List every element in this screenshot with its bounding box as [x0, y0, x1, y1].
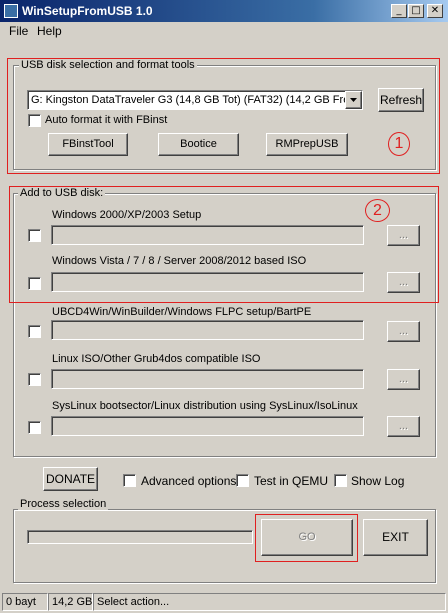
donate-button[interactable]: DONATE [43, 467, 98, 491]
source-path-input[interactable] [51, 369, 364, 389]
browse-button[interactable]: ... [387, 225, 420, 246]
status-action: Select action... [93, 593, 446, 611]
source-path-input[interactable] [51, 320, 364, 340]
source-label: Windows Vista / 7 / 8 / Server 2008/2012… [52, 255, 307, 267]
browse-button[interactable]: ... [387, 272, 420, 293]
app-icon [4, 4, 18, 18]
source-label: UBCD4Win/WinBuilder/Windows FLPC setup/B… [52, 306, 312, 318]
show-log-label: Show Log [351, 474, 405, 488]
annotation-box-1 [7, 58, 440, 174]
source-label: Linux ISO/Other Grub4dos compatible ISO [52, 353, 261, 365]
source-checkbox[interactable] [28, 325, 41, 338]
source-checkbox[interactable] [28, 277, 41, 290]
test-qemu-checkbox[interactable] [236, 474, 249, 487]
browse-button[interactable]: ... [387, 416, 420, 437]
status-size: 0 bayt [2, 593, 48, 611]
browse-button[interactable]: ... [387, 321, 420, 342]
exit-button[interactable]: EXIT [363, 519, 428, 556]
progress-bar [27, 530, 253, 544]
source-path-input[interactable] [51, 225, 364, 245]
minimize-icon[interactable]: _ [391, 4, 407, 18]
source-label: Windows 2000/XP/2003 Setup [52, 209, 202, 221]
window-title: WinSetupFromUSB 1.0 [22, 4, 153, 18]
annotation-marker-2: 2 [365, 199, 390, 222]
test-qemu-label: Test in QEMU [254, 474, 329, 488]
source-checkbox[interactable] [28, 373, 41, 386]
source-checkbox[interactable] [28, 229, 41, 242]
show-log-checkbox[interactable] [334, 474, 347, 487]
source-path-input[interactable] [51, 272, 364, 292]
menu-file[interactable]: File [9, 24, 28, 38]
go-button[interactable]: GO [261, 519, 353, 556]
status-free: 14,2 GB [48, 593, 93, 611]
close-icon[interactable]: ✕ [427, 4, 443, 18]
advanced-options-checkbox[interactable] [123, 474, 136, 487]
menu-help[interactable]: Help [37, 24, 62, 38]
source-path-input[interactable] [51, 416, 364, 436]
browse-button[interactable]: ... [387, 369, 420, 390]
maximize-icon[interactable]: □ [408, 4, 424, 18]
source-checkbox[interactable] [28, 421, 41, 434]
advanced-options-label: Advanced options [141, 474, 237, 488]
process-group-label: Process selection [18, 498, 109, 510]
source-label: SysLinux bootsector/Linux distribution u… [52, 400, 358, 412]
annotation-marker-1: 1 [388, 132, 410, 156]
